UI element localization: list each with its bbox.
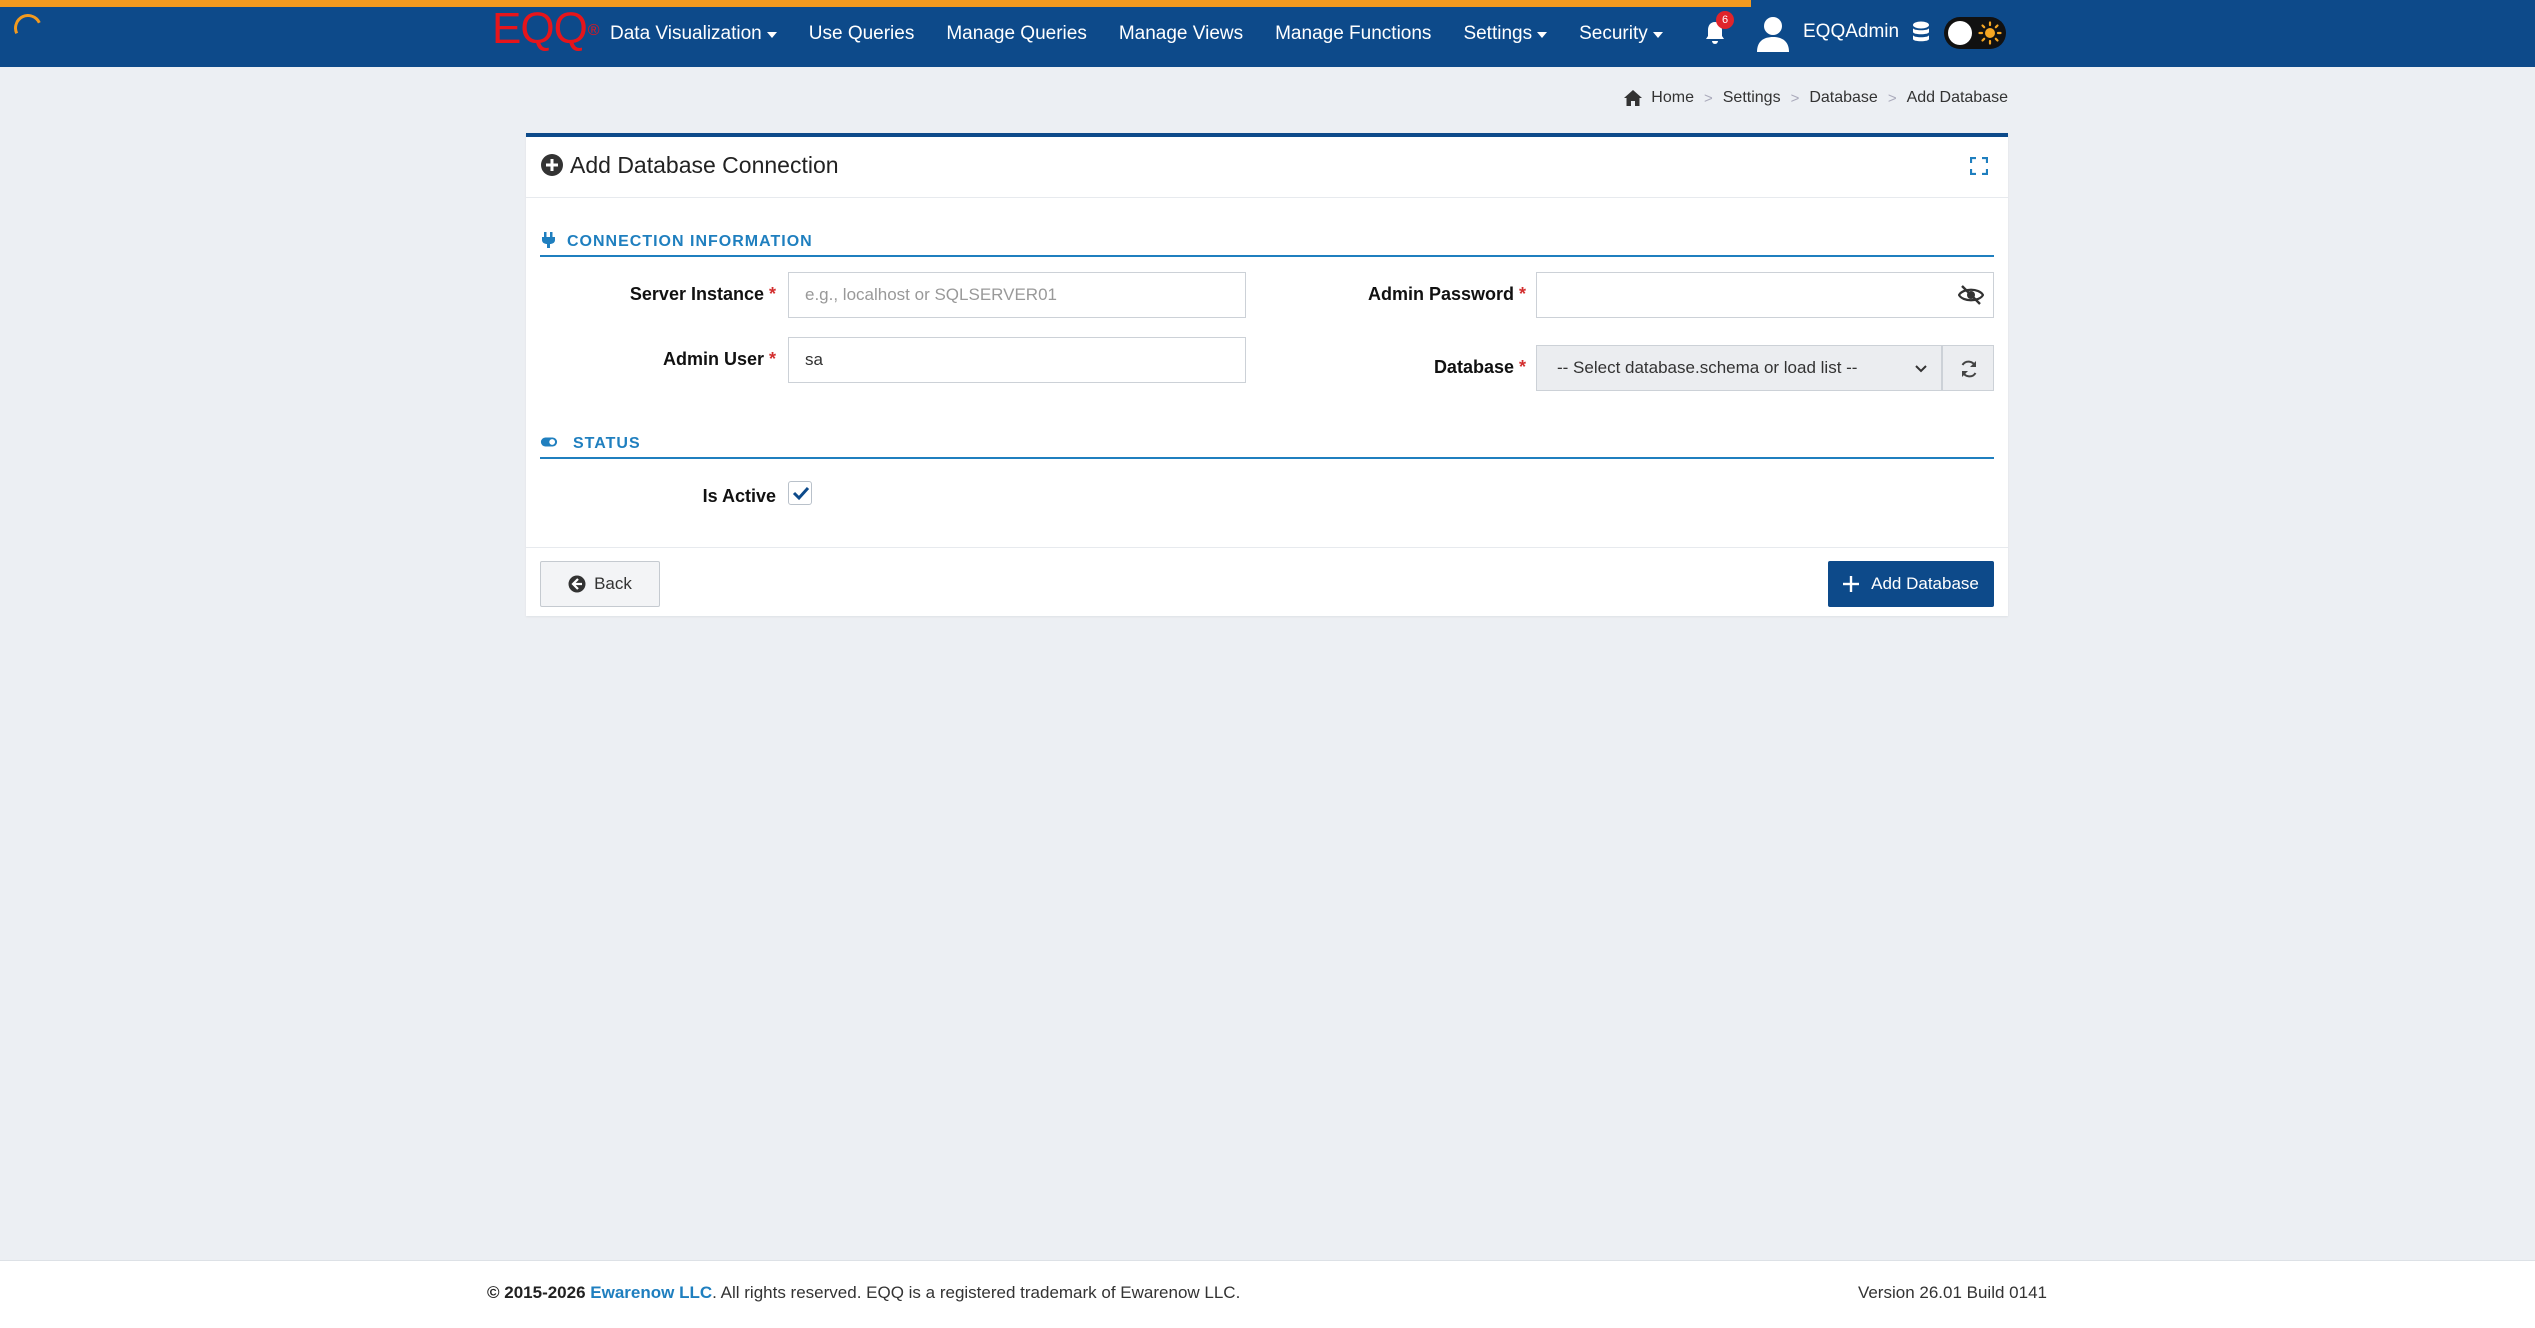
loading-spinner-icon [10, 10, 46, 46]
is-active-checkbox[interactable] [788, 481, 812, 505]
arrow-circle-left-icon [568, 575, 586, 593]
version-text: Version 26.01 Build 0141 [1857, 1283, 2047, 1302]
toggle-on-icon [540, 437, 558, 447]
admin-password-input[interactable] [1536, 272, 1994, 318]
database-icon[interactable] [1911, 20, 1931, 46]
caret-down-icon [1537, 31, 1548, 38]
user-avatar-icon[interactable] [1756, 15, 1790, 53]
eye-slash-icon[interactable] [1958, 284, 1984, 306]
database-select-value: -- Select database.schema or load list -… [1557, 358, 1858, 377]
fullscreen-expand-icon[interactable] [1970, 157, 1988, 175]
top-navbar: EQQ® Data Visualization Use Queries Mana… [0, 0, 2535, 67]
admin-password-label: Admin Password * [1367, 284, 1526, 304]
chevron-down-icon [1915, 365, 1927, 373]
notification-count-badge: 6 [1716, 11, 1734, 29]
theme-toggle-switch[interactable] [1944, 17, 2006, 49]
nav-manage-views[interactable]: Manage Views [1103, 0, 1259, 67]
section-title: STATUS [573, 435, 641, 452]
breadcrumb-settings[interactable]: Settings [1723, 89, 1781, 107]
breadcrumb-current: Add Database [1906, 89, 2008, 106]
caret-down-icon [1652, 31, 1663, 38]
plug-icon [542, 232, 555, 248]
brand-logo[interactable]: EQQ® [492, 4, 600, 54]
database-select[interactable]: -- Select database.schema or load list -… [1536, 345, 1942, 391]
user-name-link[interactable]: EQQAdmin [1803, 21, 1899, 43]
breadcrumb-separator: > [1703, 89, 1713, 107]
caret-down-icon [766, 31, 777, 38]
page-footer: © 2015-2026 Ewarenow LLC. All rights res… [0, 1260, 2535, 1328]
card-title: Add Database Connection [570, 152, 839, 178]
section-status: STATUS [540, 427, 1994, 459]
plus-icon [1843, 576, 1860, 592]
add-database-button[interactable]: Add Database [1828, 561, 1994, 607]
breadcrumb-home[interactable]: Home [1651, 89, 1694, 107]
refresh-icon [1961, 360, 1977, 378]
card-footer-divider [526, 547, 2008, 548]
back-button[interactable]: Back [540, 561, 660, 607]
nav-manage-queries[interactable]: Manage Queries [930, 0, 1102, 67]
admin-user-label: Admin User * [662, 349, 776, 369]
server-instance-label: Server Instance * [629, 284, 776, 304]
breadcrumb-database[interactable]: Database [1809, 89, 1878, 107]
nav-data-visualization[interactable]: Data Visualization [594, 0, 793, 67]
nav-use-queries[interactable]: Use Queries [793, 0, 931, 67]
home-icon [1624, 90, 1643, 106]
back-button-label: Back [594, 574, 632, 593]
admin-user-input[interactable] [788, 337, 1246, 383]
server-instance-input[interactable] [788, 272, 1246, 318]
copyright-text: © 2015-2026 Ewarenow LLC. All rights res… [487, 1283, 1241, 1302]
checkmark-icon [792, 486, 810, 501]
company-link[interactable]: Ewarenow LLC [590, 1283, 712, 1302]
main-nav-menu: Data Visualization Use Queries Manage Qu… [594, 0, 1679, 67]
section-title: CONNECTION INFORMATION [567, 233, 813, 250]
toggle-knob [1948, 21, 1972, 45]
sun-icon [1978, 21, 2002, 45]
database-label: Database * [1433, 357, 1526, 377]
plus-circle-icon [541, 154, 563, 176]
nav-settings[interactable]: Settings [1447, 0, 1563, 67]
is-active-label: Is Active [702, 486, 776, 506]
breadcrumb-separator: > [1790, 89, 1800, 107]
card-header: Add Database Connection [526, 137, 2008, 198]
add-database-card: Add Database Connection CONNECTION INFOR… [526, 133, 2008, 616]
section-connection-information: CONNECTION INFORMATION [540, 225, 1994, 257]
add-database-button-label: Add Database [1871, 574, 1979, 593]
breadcrumb: Home > Settings > Database > Add Databas… [1623, 86, 2008, 110]
nav-manage-functions[interactable]: Manage Functions [1259, 0, 1447, 67]
load-database-list-button[interactable] [1942, 345, 1994, 391]
breadcrumb-separator: > [1887, 89, 1897, 107]
nav-security[interactable]: Security [1563, 0, 1679, 67]
